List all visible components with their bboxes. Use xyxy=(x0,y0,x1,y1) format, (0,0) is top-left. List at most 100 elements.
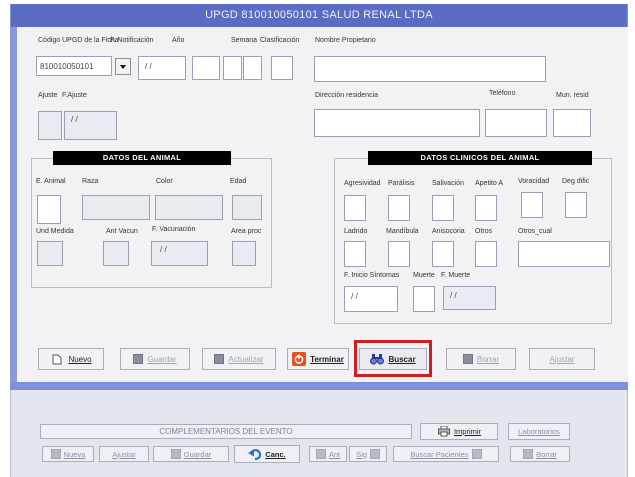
mandibula-field[interactable] xyxy=(388,241,410,267)
borrar-button[interactable]: Borrar xyxy=(446,348,516,370)
search-patients-icon xyxy=(471,449,482,459)
clasificacion-label: Clasificación xyxy=(260,37,300,44)
ajustar-lower-button[interactable]: Ajustar xyxy=(99,446,149,462)
f-ajuste-date-field[interactable]: / / xyxy=(64,111,117,140)
ajuste-label: Ajuste xyxy=(38,92,58,99)
power-icon xyxy=(292,352,307,366)
salivacion-field[interactable] xyxy=(432,195,454,221)
imprimir-button[interactable]: Imprimir xyxy=(420,423,498,440)
mun-resid-label: Mun. resid xyxy=(556,92,589,99)
otros-cual-label: Otros_cual xyxy=(518,228,552,235)
f-muerte-value: / / xyxy=(450,291,457,300)
f-ajuste-label: F.Ajuste xyxy=(62,92,87,99)
otros-cual-field[interactable] xyxy=(518,241,610,267)
undo-icon xyxy=(248,447,262,461)
voracidad-field[interactable] xyxy=(521,192,543,218)
f-vacunacion-label: F. Vacunación xyxy=(152,226,196,233)
sig-label: Sig xyxy=(356,449,367,459)
nuevo-button[interactable]: Nuevo xyxy=(38,348,104,370)
telefono-label: Teléfono xyxy=(489,90,516,97)
animal-section-title: DATOS DEL ANIMAL xyxy=(53,151,231,165)
ant-vacun-label: Ant Vacun xyxy=(106,228,138,235)
clasificacion-field[interactable] xyxy=(271,56,293,80)
semana-field[interactable] xyxy=(223,56,242,80)
ajustar-lower-label: Ajustar xyxy=(112,449,136,459)
agresividad-label: Agresividad xyxy=(344,180,381,187)
ant-vacun-field[interactable] xyxy=(103,241,129,266)
f-inicio-sintomas-field[interactable]: / / xyxy=(344,286,398,312)
apetito-label: Apetito A xyxy=(475,180,504,187)
semana-field-2[interactable] xyxy=(243,56,262,80)
f-muerte-field[interactable]: / / xyxy=(443,286,496,310)
f-ajuste-date-value: / / xyxy=(71,115,78,124)
borrar-lower-label: Borrar xyxy=(536,449,557,459)
direccion-field[interactable] xyxy=(314,109,480,137)
notificacion-label: F. Notificación xyxy=(110,37,154,44)
window-title: UPGD 810010050101 SALUD RENAL LTDA xyxy=(11,4,627,27)
voracidad-label: Voracidad xyxy=(518,178,550,185)
anio-field[interactable] xyxy=(192,56,220,80)
sig-button[interactable]: Sig xyxy=(349,446,387,462)
notificacion-date-value: / / xyxy=(145,62,152,71)
laboratorios-label: Laboratorios xyxy=(518,427,560,436)
codigo-field[interactable]: 810010050101 xyxy=(36,56,112,76)
e-animal-field[interactable] xyxy=(37,195,61,224)
otros-label: Otros xyxy=(475,228,493,235)
area-proc-field[interactable] xyxy=(232,241,256,266)
paralisis-field[interactable] xyxy=(388,195,410,221)
borrar-lower-button[interactable]: Borrar xyxy=(510,446,570,462)
buscar-pacientes-label: Buscar Pacientes xyxy=(410,449,469,459)
muerte-field[interactable] xyxy=(413,286,435,312)
ant-label: Ant xyxy=(328,449,341,459)
actualizar-button[interactable]: Actualizar xyxy=(202,348,276,370)
ajustar-button[interactable]: Ajustar xyxy=(529,348,595,370)
save-icon xyxy=(133,354,144,364)
edad-field[interactable] xyxy=(232,195,262,220)
left-border-strip xyxy=(10,27,17,382)
update-icon xyxy=(214,354,225,364)
color-field[interactable] xyxy=(155,195,223,220)
guardar-button[interactable]: Guardar xyxy=(120,348,190,370)
canc-button[interactable]: Canc. xyxy=(234,445,300,463)
ant-button[interactable]: Ant xyxy=(309,446,347,462)
notificacion-date-field[interactable]: / / xyxy=(138,56,186,80)
imprimir-label: Imprimir xyxy=(453,427,482,436)
ajustar-label: Ajustar xyxy=(549,354,575,364)
codigo-label: Código UPGD de la Ficha xyxy=(38,37,119,44)
f-vacunacion-date-value: / / xyxy=(160,245,167,254)
direccion-label: Dirección residencia xyxy=(315,92,379,99)
mun-resid-field[interactable] xyxy=(553,109,591,137)
terminar-button[interactable]: Terminar xyxy=(287,348,349,370)
new-document-icon xyxy=(50,352,64,366)
caret-down-icon xyxy=(120,64,126,69)
guardar-lower-button[interactable]: Guardar xyxy=(153,446,229,462)
telefono-field[interactable] xyxy=(485,109,547,137)
deg-dific-field[interactable] xyxy=(565,192,587,218)
anio-label: Año xyxy=(172,37,185,44)
printer-icon xyxy=(437,425,451,439)
canc-label: Canc. xyxy=(265,449,286,459)
ajuste-field[interactable] xyxy=(38,111,62,140)
previous-icon xyxy=(315,449,326,459)
anisocoria-field[interactable] xyxy=(432,241,454,267)
f-vacunacion-date-field[interactable]: / / xyxy=(151,241,208,266)
agresividad-field[interactable] xyxy=(344,195,366,221)
complementarios-bar[interactable]: COMPLEMENTARIOS DEL EVENTO xyxy=(40,424,412,439)
save-lower-icon xyxy=(170,449,181,459)
propietario-field[interactable] xyxy=(314,56,546,82)
buscar-pacientes-button[interactable]: Buscar Pacientes xyxy=(393,446,499,462)
buscar-highlight-box xyxy=(354,340,432,377)
codigo-dropdown-button[interactable] xyxy=(115,58,131,75)
nueva-label: Nueva xyxy=(63,449,86,459)
raza-field[interactable] xyxy=(82,195,150,220)
otros-field[interactable] xyxy=(475,241,497,267)
apetito-field[interactable] xyxy=(475,195,497,221)
propietario-label: Nombre Propietario xyxy=(315,37,376,44)
delete-icon xyxy=(462,354,473,364)
ladrido-field[interactable] xyxy=(344,241,366,267)
nueva-button[interactable]: Nueva xyxy=(42,446,94,462)
und-medida-field[interactable] xyxy=(37,241,63,266)
guardar-label: Guardar xyxy=(147,354,177,364)
laboratorios-button[interactable]: Laboratorios xyxy=(508,423,570,440)
raza-label: Raza xyxy=(82,178,99,185)
